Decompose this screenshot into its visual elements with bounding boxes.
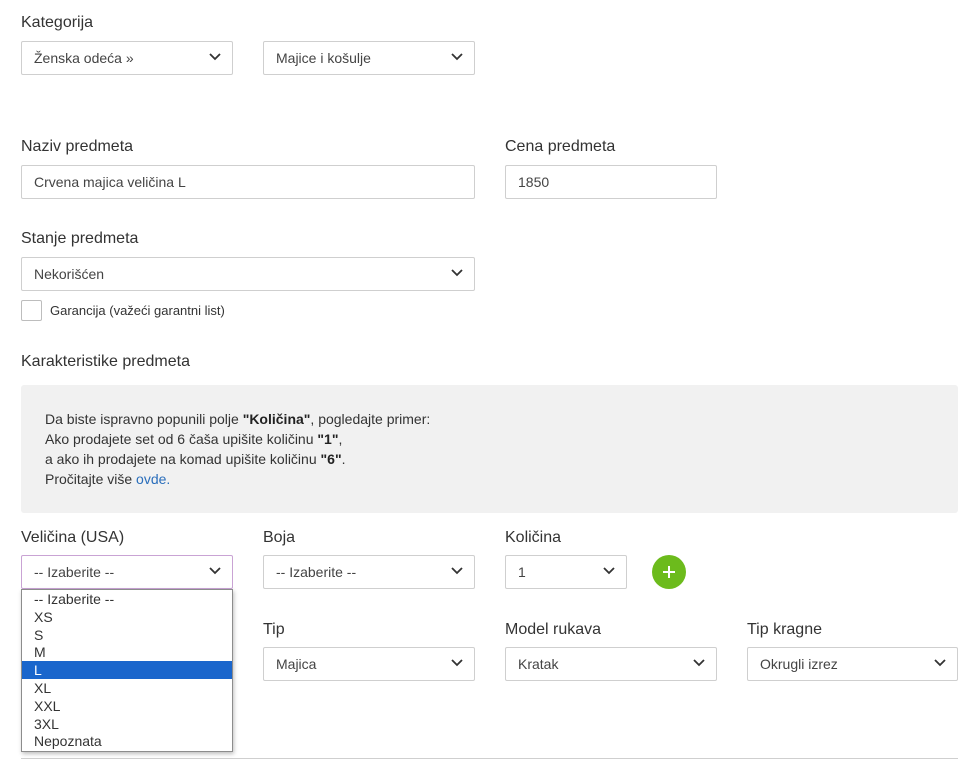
info-line-3: a ako ih prodajete na komad upišite koli… [45, 451, 346, 467]
size-option-highlighted[interactable]: L [22, 661, 232, 679]
type-label: Tip [263, 621, 285, 638]
type-select[interactable]: Majica [263, 647, 475, 681]
size-option[interactable]: -- Izaberite -- [22, 590, 232, 608]
condition-select-value: Nekorišćen [34, 266, 105, 282]
subcategory-select[interactable]: Majice i košulje [263, 41, 475, 75]
chevron-down-icon [209, 567, 221, 575]
condition-select[interactable]: Nekorišćen [21, 257, 475, 291]
category-select[interactable]: Ženska odeća » [21, 41, 233, 75]
collar-select[interactable]: Okrugli izrez [747, 647, 958, 681]
color-select[interactable]: -- Izaberite -- [263, 555, 475, 589]
size-option[interactable]: 3XL [22, 715, 232, 733]
characteristics-label: Karakteristike predmeta [21, 353, 190, 370]
sleeve-label: Model rukava [505, 621, 602, 638]
color-label: Boja [263, 529, 296, 546]
size-select[interactable]: -- Izaberite -- [21, 555, 233, 589]
size-option[interactable]: S [22, 626, 232, 644]
collar-select-value: Okrugli izrez [760, 656, 838, 672]
chevron-down-icon [451, 567, 463, 575]
size-option[interactable]: XXL [22, 697, 232, 715]
read-more-link[interactable]: ovde. [136, 471, 170, 487]
item-price-label: Cena predmeta [505, 138, 616, 155]
quantity-info-box: Da biste ispravno popunili polje "Količi… [21, 385, 958, 513]
chevron-down-icon [451, 53, 463, 61]
info-line-2: Ako prodajete set od 6 čaša upišite koli… [45, 431, 343, 447]
sleeve-select[interactable]: Kratak [505, 647, 717, 681]
item-name-input[interactable]: Crvena majica veličina L [21, 165, 475, 199]
item-name-label: Naziv predmeta [21, 138, 134, 155]
quantity-select[interactable]: 1 [505, 555, 627, 589]
add-variant-button[interactable] [652, 555, 686, 589]
item-price-input[interactable]: 1850 [505, 165, 717, 199]
category-select-value: Ženska odeća » [34, 50, 134, 66]
size-label: Veličina (USA) [21, 529, 125, 546]
chevron-down-icon [934, 659, 946, 667]
quantity-label: Količina [505, 529, 562, 546]
quantity-select-value: 1 [518, 564, 526, 580]
subcategory-select-value: Majice i košulje [276, 50, 371, 66]
size-option[interactable]: M [22, 643, 232, 661]
warranty-checkbox[interactable] [21, 300, 42, 321]
chevron-down-icon [603, 567, 615, 575]
sleeve-select-value: Kratak [518, 656, 559, 672]
condition-label: Stanje predmeta [21, 230, 139, 247]
color-select-value: -- Izaberite -- [276, 564, 357, 580]
category-label: Kategorija [21, 14, 94, 31]
size-option[interactable]: XS [22, 608, 232, 626]
collar-label: Tip kragne [747, 621, 822, 638]
chevron-down-icon [693, 659, 705, 667]
info-line-1: Da biste ispravno popunili polje "Količi… [45, 411, 431, 427]
size-option[interactable]: Nepoznata [22, 732, 232, 750]
info-line-4: Pročitajte više ovde. [45, 471, 171, 487]
size-option[interactable]: XL [22, 679, 232, 697]
chevron-down-icon [451, 659, 463, 667]
warranty-label: Garancija (važeći garantni list) [50, 303, 225, 318]
section-divider [21, 758, 958, 759]
plus-icon [663, 566, 675, 578]
chevron-down-icon [209, 53, 221, 61]
size-dropdown-list[interactable]: -- Izaberite -- XS S M L XL XXL 3XL Nepo… [21, 589, 233, 752]
type-select-value: Majica [276, 656, 317, 672]
size-select-value: -- Izaberite -- [34, 564, 115, 580]
chevron-down-icon [451, 269, 463, 277]
